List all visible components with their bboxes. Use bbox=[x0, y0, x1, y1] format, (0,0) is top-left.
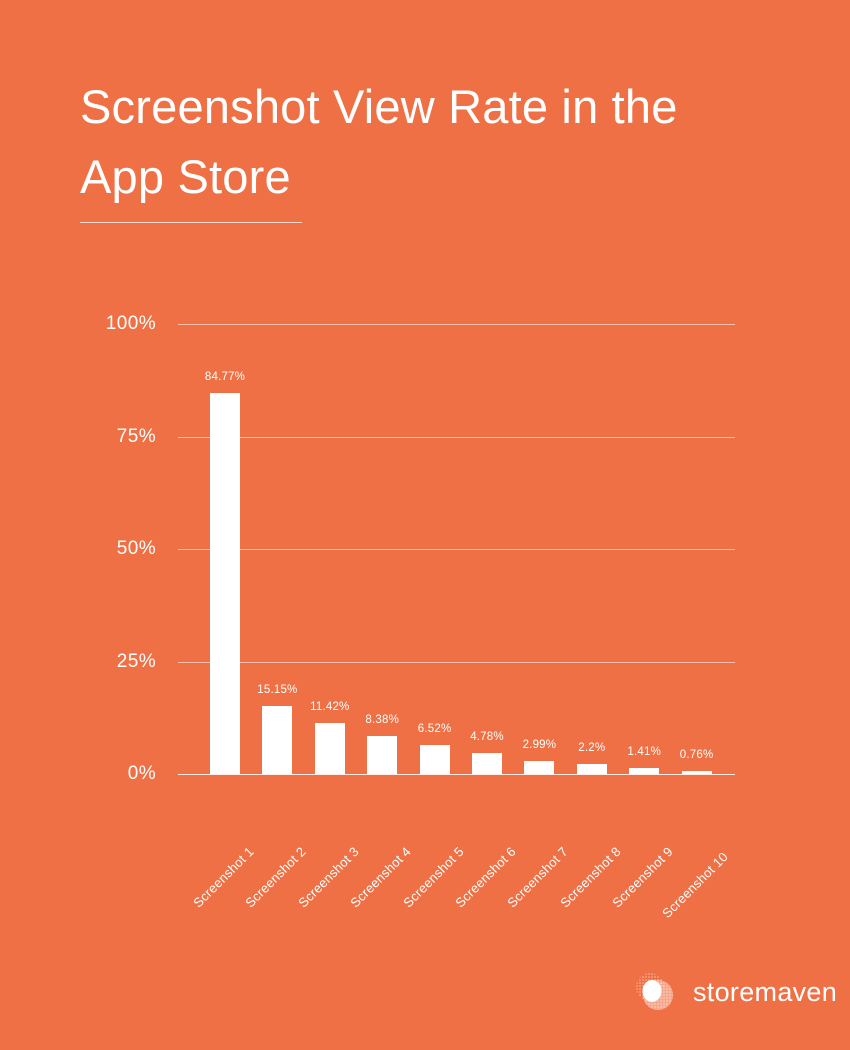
bar-value-label: 2.2% bbox=[578, 742, 606, 755]
bars-container: 84.77% Screenshot 1 15.15% Screenshot 2 11.4… bbox=[178, 324, 735, 921]
bar-value-label: 1.41% bbox=[627, 745, 661, 758]
bar-value-label: 2.99% bbox=[522, 738, 557, 751]
bar[interactable] bbox=[576, 764, 607, 774]
bar-chart: 0% 25% 50% 75% 100% 84.77% Screenshot 1 15.15%… bbox=[0, 0, 850, 1050]
plot-area: 0% 25% 50% 75% 100% 84.77% Screenshot 1 15.15%… bbox=[106, 313, 735, 921]
bar[interactable] bbox=[367, 736, 398, 774]
bar[interactable] bbox=[681, 770, 712, 774]
y-axis-label: 25% bbox=[116, 650, 156, 672]
bar[interactable] bbox=[210, 392, 240, 774]
gridline-0pct bbox=[178, 774, 735, 775]
y-axis-label: 50% bbox=[116, 538, 156, 559]
storemaven-logo: storemaven bbox=[630, 967, 837, 1017]
bar[interactable] bbox=[524, 760, 555, 774]
bar-value-label: 0.76% bbox=[679, 748, 714, 761]
y-axis-label: 75% bbox=[116, 425, 156, 447]
bar-value-label: 6.52% bbox=[417, 722, 452, 735]
bar[interactable] bbox=[472, 752, 502, 774]
bar-value-label: 4.78% bbox=[470, 730, 504, 743]
bar-value-label: 11.42% bbox=[310, 700, 350, 713]
bar-value-label: 15.15% bbox=[257, 683, 298, 696]
y-axis-label: 0% bbox=[127, 763, 156, 784]
bar-value-label: 8.38% bbox=[365, 714, 399, 727]
storemaven-circles-icon bbox=[630, 967, 680, 1017]
bar[interactable] bbox=[262, 705, 293, 774]
bar-value-label: 84.77% bbox=[204, 370, 246, 383]
storemaven-wordmark: storemaven bbox=[693, 976, 838, 1007]
bar[interactable] bbox=[314, 722, 345, 774]
bar[interactable] bbox=[629, 767, 660, 774]
y-axis-label: 100% bbox=[105, 313, 156, 334]
poster-canvas: Screenshot View Rate in the App Store 0%… bbox=[0, 0, 850, 1050]
bar[interactable] bbox=[419, 744, 450, 774]
